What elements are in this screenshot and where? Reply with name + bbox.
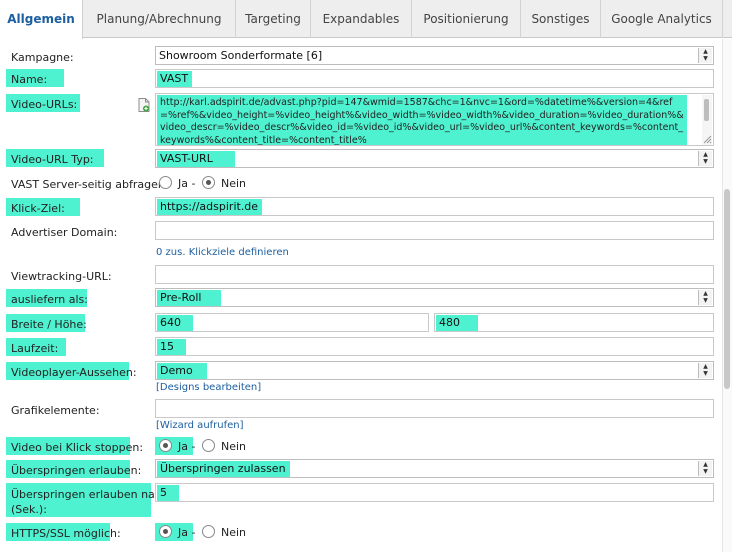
arrow-updown-icon: ▲ ▼ [698,290,712,305]
arrow-updown-icon: ▲ ▼ [698,151,712,166]
https-ja-label: Ja - [178,526,196,539]
tab-targeting[interactable]: Targeting [236,0,311,38]
tab-positionierung[interactable]: Positionierung [412,0,521,38]
ausliefern-select[interactable]: Pre-Roll ▲ ▼ [155,288,714,307]
name-value: VAST [157,71,193,87]
video-url-typ-value: VAST-URL [157,151,235,167]
vast-server-nein-label: Nein [221,177,247,190]
page-scrollbar-thumb[interactable] [724,189,730,389]
advertiser-domain-input[interactable] [155,221,714,240]
resize-grip-icon[interactable] [703,135,712,144]
grafikelemente-label: Grafikelemente: [11,404,100,417]
video-stoppen-ja-label: Ja - [178,440,196,453]
tab-planung-abrechnung[interactable]: Planung/Abrechnung [83,0,236,38]
vast-server-label: VAST Server-seitig abfragen: [11,178,169,191]
ueberspringen-nach-label-2: (Sek.): [11,503,47,516]
ausliefern-value: Pre-Roll [157,290,222,306]
tab-sonstiges[interactable]: Sonstiges [521,0,601,38]
video-urls-label: Video-URLs: [11,98,78,111]
tab-expandables[interactable]: Expandables [311,0,412,38]
kampagne-label: Kampagne: [11,51,74,64]
videoplayer-label: Videoplayer-Aussehen: [11,366,137,379]
laufzeit-label: Laufzeit: [11,342,59,355]
ueberspringen-nach-value: 5 [157,485,179,501]
https-nein-radio[interactable] [202,525,215,538]
ueberspringen-nach-label-1: Überspringen erlauben nach [11,488,168,501]
klick-ziel-value: https://adspirit.de [157,199,263,215]
videoplayer-value: Demo [157,363,207,379]
designs-bearbeiten-link[interactable]: [Designs bearbeiten] [156,382,261,393]
tab-allgemein[interactable]: Allgemein [0,0,83,39]
video-stoppen-label: Video bei Klick stoppen: [11,441,144,454]
video-urls-textarea[interactable]: http://karl.adspirit.de/advast.php?pid=1… [155,93,714,146]
laufzeit-input[interactable]: 15 [155,337,714,356]
vast-server-ja-radio[interactable] [159,176,172,189]
document-add-icon[interactable] [138,98,150,112]
klick-ziel-label: Klick-Ziel: [11,202,65,215]
ueberspringen-label: Überspringen erlauben: [11,464,142,477]
ausliefern-label: ausliefern als: [11,293,88,306]
breite-input[interactable]: 640 [155,313,429,332]
video-stoppen-nein-radio[interactable] [202,439,215,452]
ueberspringen-nach-input[interactable]: 5 [155,483,714,502]
name-label: Name: [11,73,48,86]
kampagne-select[interactable]: Showroom Sonderformate [6] ▲ ▼ [155,46,714,65]
videoplayer-select[interactable]: Demo ▲ ▼ [155,361,714,380]
laufzeit-value: 15 [157,339,186,355]
tab-google-analytics[interactable]: Google Analytics [601,0,723,38]
name-input[interactable]: VAST [155,69,714,88]
advertiser-domain-label: Advertiser Domain: [11,226,118,239]
arrow-updown-icon: ▲ ▼ [698,48,712,63]
arrow-updown-icon: ▲ ▼ [698,363,712,378]
hoehe-input[interactable]: 480 [434,313,714,332]
viewtracking-label: Viewtracking-URL: [11,270,112,283]
ueberspringen-select[interactable]: Überspringen zulassen ▲ ▼ [155,459,714,478]
klick-ziel-input[interactable]: https://adspirit.de [155,197,714,216]
breite-hoehe-label: Breite / Höhe: [11,318,87,331]
video-urls-scrollbar-thumb[interactable] [704,99,709,121]
video-url-typ-select[interactable]: VAST-URL ▲ ▼ [155,149,714,168]
https-nein-label: Nein [221,526,247,539]
video-stoppen-ja-radio[interactable] [159,439,172,452]
ueberspringen-value: Überspringen zulassen [157,461,290,477]
vast-server-ja-label: Ja - [178,177,196,190]
arrow-updown-icon: ▲ ▼ [698,461,712,476]
tab-bar: Allgemein Planung/Abrechnung Targeting E… [0,0,732,39]
page-scrollbar[interactable] [722,39,732,552]
kampagne-value: Showroom Sonderformate [6] [159,49,323,62]
hoehe-value: 480 [436,315,478,331]
video-url-typ-label: Video-URL Typ: [11,153,94,166]
video-urls-value: http://karl.adspirit.de/advast.php?pid=1… [157,95,687,145]
grafikelemente-input[interactable] [155,399,714,418]
breite-value: 640 [157,315,193,331]
vast-server-nein-radio[interactable] [202,176,215,189]
viewtracking-input[interactable] [155,265,714,284]
video-stoppen-nein-label: Nein [221,440,247,453]
https-label: HTTPS/SSL möglich: [11,527,121,540]
wizard-aufrufen-link[interactable]: [Wizard aufrufen] [156,420,244,431]
https-ja-radio[interactable] [159,525,172,538]
klickziele-link[interactable]: 0 zus. Klickziele definieren [156,247,289,258]
